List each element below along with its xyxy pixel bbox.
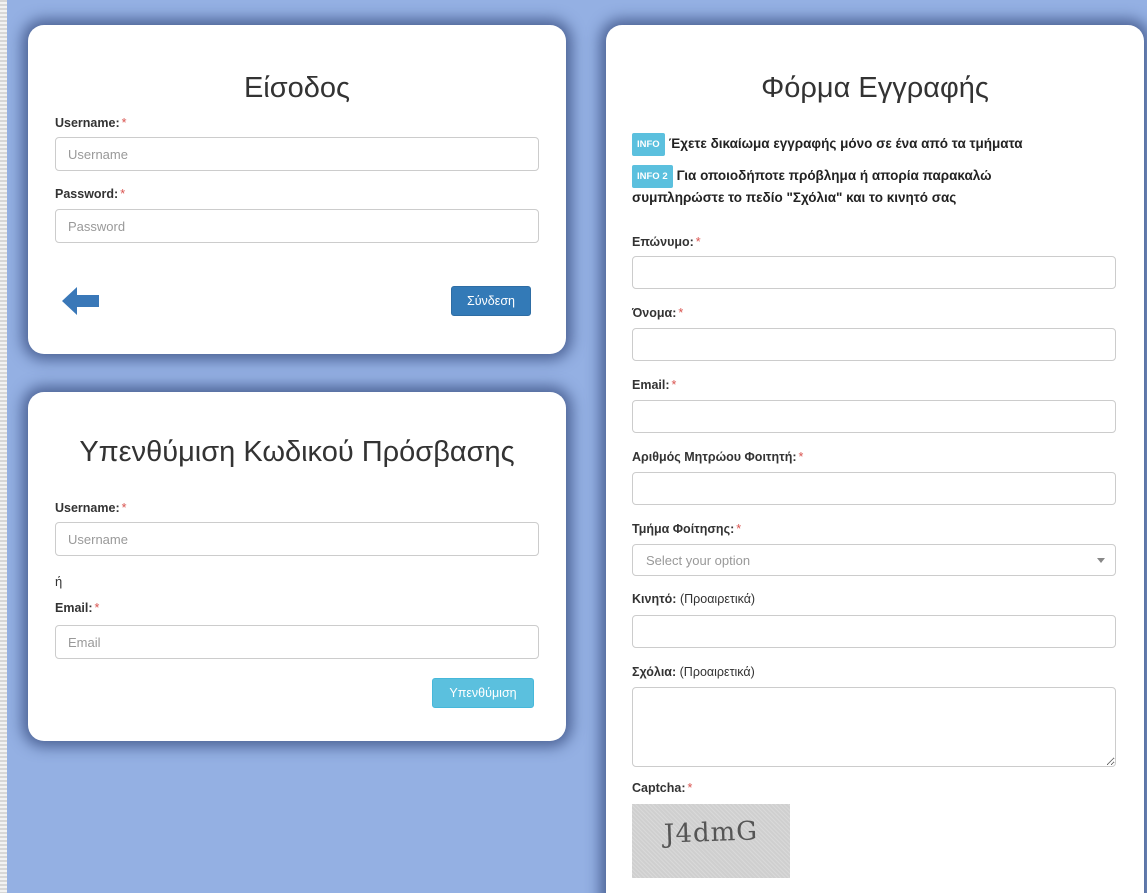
login-password-label: Password: * xyxy=(55,187,126,201)
comments-textarea[interactable] xyxy=(632,687,1116,767)
mobile-label: Κινητό: (Προαιρετικά) xyxy=(632,592,756,606)
login-card: Είσοδος Username:* Password:* Σύνδεση xyxy=(28,25,566,354)
reminder-or-text: ή xyxy=(55,574,63,589)
mobile-input[interactable] xyxy=(632,615,1116,648)
captcha-image: J4dmG xyxy=(632,804,790,878)
surname-label: Επώνυμο: * xyxy=(632,235,701,249)
registration-card: Φόρμα Εγγραφής INFO Έχετε δικαίωμα εγγραφ… xyxy=(606,25,1144,893)
info2-badge: INFO 2 xyxy=(632,165,673,188)
reminder-title: Υπενθύμιση Κωδικού Πρόσβασης xyxy=(79,436,515,468)
department-label: Τμήμα Φοίτησης: * xyxy=(632,522,742,536)
register-email-label: Email: * xyxy=(632,378,677,392)
login-username-label: Username: * xyxy=(55,116,127,130)
caret-down-icon xyxy=(1097,558,1105,563)
info-message-2: INFO 2 Για οποιοδήποτε πρόβλημα ή απορία … xyxy=(632,165,1062,207)
info-message-1: INFO Έχετε δικαίωμα εγγραφής μόνο σε ένα … xyxy=(632,133,1112,156)
reminder-email-input[interactable] xyxy=(55,625,539,659)
department-select[interactable]: Select your option xyxy=(632,544,1116,576)
name-input[interactable] xyxy=(632,328,1116,361)
login-password-input[interactable] xyxy=(55,209,539,243)
registration-title: Φόρμα Εγγραφής xyxy=(761,72,989,104)
department-selected-value: Select your option xyxy=(646,553,751,568)
reminder-email-label: Email: * xyxy=(55,601,100,615)
login-username-input[interactable] xyxy=(55,137,539,171)
reminder-username-input[interactable] xyxy=(55,522,539,556)
password-reminder-card: Υπενθύμιση Κωδικού Πρόσβασης Username: * … xyxy=(28,392,566,741)
surname-input[interactable] xyxy=(632,256,1116,289)
name-label: Όνομα: * xyxy=(632,306,684,320)
reminder-username-label: Username: * xyxy=(55,501,127,515)
register-email-input[interactable] xyxy=(632,400,1116,433)
reminder-submit-button[interactable]: Υπενθύμιση xyxy=(432,678,534,708)
student-id-label: Αριθμός Μητρώου Φοιτητή: * xyxy=(632,450,804,464)
student-id-input[interactable] xyxy=(632,472,1116,505)
info-badge: INFO xyxy=(632,133,665,156)
back-arrow-icon[interactable] xyxy=(62,287,100,315)
left-edge-strip xyxy=(0,0,7,893)
login-submit-button[interactable]: Σύνδεση xyxy=(451,286,531,316)
captcha-label: Captcha: * xyxy=(632,781,693,795)
login-title: Είσοδος xyxy=(243,72,351,104)
comments-label: Σχόλια: (Προαιρετικά) xyxy=(632,665,755,679)
